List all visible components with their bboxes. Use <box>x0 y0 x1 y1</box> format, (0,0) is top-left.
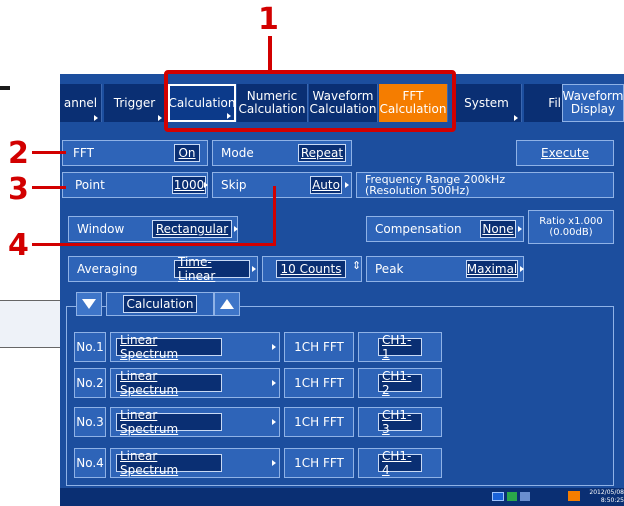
skip-dropdown-icon <box>345 182 349 188</box>
fft-type: 1CH FFT <box>284 368 354 398</box>
left-fragment-box <box>0 300 60 348</box>
submenu-arrow-icon <box>158 115 162 121</box>
tab-system[interactable]: System <box>452 84 522 122</box>
function-select[interactable]: Linear Spectrum <box>116 449 222 477</box>
channel-select[interactable]: CH1-1 <box>378 333 422 361</box>
window-select[interactable]: Rectangular <box>152 220 232 238</box>
usb-icon <box>507 492 517 501</box>
channel-select[interactable]: CH1-2 <box>378 369 422 397</box>
status-date: 2012/05/08 <box>589 489 624 496</box>
peak-dropdown-icon <box>520 266 524 272</box>
sd-card-icon <box>492 492 504 501</box>
function-dropdown-icon <box>272 419 276 425</box>
ratio-display: Ratio x1.000 (0.00dB) <box>528 210 614 244</box>
calculation-header: Calculation <box>106 292 214 316</box>
channel-select[interactable]: CH1-4 <box>378 449 422 477</box>
callout-line-3 <box>32 186 66 189</box>
left-fragment-line <box>0 86 10 90</box>
point-dropdown-icon <box>204 182 208 188</box>
row-number: No.2 <box>74 368 106 398</box>
function-select[interactable]: Linear Spectrum <box>116 369 222 397</box>
execute-button[interactable]: Execute <box>516 140 614 166</box>
function-select[interactable]: Linear Spectrum <box>116 333 222 361</box>
status-bar <box>60 488 624 506</box>
fft-type: 1CH FFT <box>284 448 354 478</box>
channel-select[interactable]: CH1-3 <box>378 408 422 436</box>
fft-toggle[interactable]: On <box>174 144 200 162</box>
status-time: 8:50:25 <box>600 497 624 504</box>
callout-line-2 <box>32 151 66 154</box>
scroll-down-button[interactable] <box>76 292 102 316</box>
fft-type: 1CH FFT <box>284 332 354 362</box>
peak-select[interactable]: Maximal <box>466 260 518 278</box>
submenu-arrow-icon <box>94 115 98 121</box>
callout-line-4a <box>32 243 276 246</box>
fft-type: 1CH FFT <box>284 407 354 437</box>
frequency-range: Frequency Range 200kHz (Resolution 500Hz… <box>356 172 614 198</box>
window-dropdown-icon <box>234 226 238 232</box>
skip-select[interactable]: Auto <box>310 176 342 194</box>
spinner-icon[interactable]: ⇕ <box>352 259 361 272</box>
point-select[interactable]: 1000 <box>172 176 206 194</box>
tab-file[interactable]: Fil <box>524 84 564 122</box>
averaging-dropdown-icon <box>252 266 256 272</box>
mode-select[interactable]: Repeat <box>298 144 346 162</box>
callout-line-1 <box>268 36 272 72</box>
row-number: No.3 <box>74 407 106 437</box>
function-dropdown-icon <box>272 460 276 466</box>
tab-trigger[interactable]: Trigger <box>104 84 166 122</box>
highlight-box <box>164 70 456 132</box>
scroll-up-button[interactable] <box>214 292 240 316</box>
tab-waveform-display[interactable]: Waveform Display <box>562 84 624 122</box>
compensation-dropdown-icon <box>518 226 522 232</box>
counts-spinner[interactable]: 10 Counts <box>276 260 346 278</box>
callout-1: 1 <box>258 2 279 37</box>
power-icon <box>568 491 580 501</box>
row-number: No.1 <box>74 332 106 362</box>
function-select[interactable]: Linear Spectrum <box>116 408 222 436</box>
callout-4: 4 <box>8 228 29 263</box>
function-dropdown-icon <box>272 344 276 350</box>
row-number: No.4 <box>74 448 106 478</box>
function-dropdown-icon <box>272 380 276 386</box>
callout-line-4b <box>273 186 276 246</box>
memory-icon <box>520 492 530 501</box>
callout-2: 2 <box>8 136 29 171</box>
callout-3: 3 <box>8 172 29 207</box>
submenu-arrow-icon <box>514 115 518 121</box>
compensation-select[interactable]: None <box>480 220 516 238</box>
tab-channel[interactable]: annel <box>60 84 102 122</box>
averaging-select[interactable]: Time-Linear <box>174 255 250 283</box>
